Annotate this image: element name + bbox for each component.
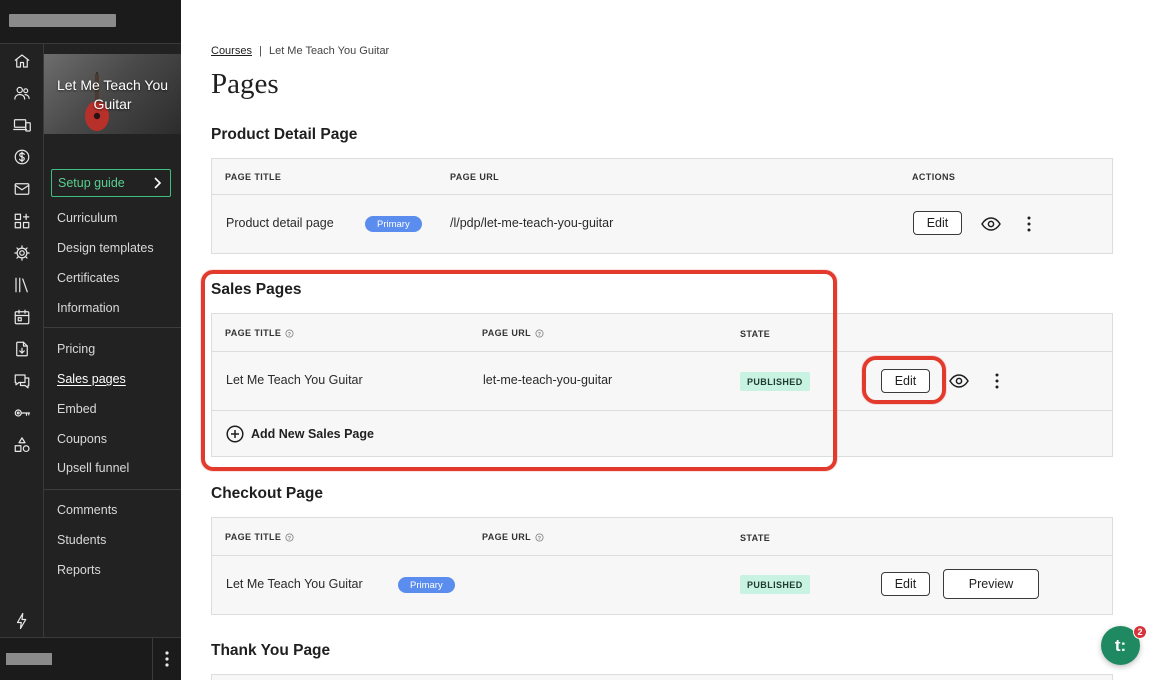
product-detail-section-title: Product Detail Page bbox=[211, 126, 358, 143]
breadcrumb-separator: | bbox=[259, 45, 262, 57]
download-icon[interactable] bbox=[11, 338, 33, 360]
more-vertical-icon[interactable] bbox=[994, 373, 1000, 389]
table-header: PAGE TITLE ? PAGE URL ? STATE bbox=[212, 314, 1112, 352]
icon-rail bbox=[0, 0, 44, 680]
course-sidebar: Let Me Teach You Guitar Setup guide Curr… bbox=[44, 44, 181, 638]
table-header: PAGE TITLE ? PAGE URL ? STATE bbox=[212, 518, 1112, 556]
svg-text:?: ? bbox=[538, 535, 542, 541]
mail-icon[interactable] bbox=[11, 178, 33, 200]
sales-pages-section-title: Sales Pages bbox=[211, 281, 302, 298]
course-thumbnail[interactable]: Let Me Teach You Guitar bbox=[44, 54, 181, 134]
sidebar-item-design-templates[interactable]: Design templates bbox=[57, 241, 154, 255]
primary-badge: Primary bbox=[365, 216, 422, 232]
chat-icon[interactable] bbox=[11, 370, 33, 392]
checkout-table: PAGE TITLE ? PAGE URL ? STATE Let Me Tea… bbox=[211, 517, 1113, 615]
help-icon[interactable]: ? bbox=[535, 328, 544, 338]
column-page-url: PAGE URL bbox=[450, 172, 500, 182]
edit-button[interactable]: Edit bbox=[881, 369, 930, 393]
setup-guide-label: Setup guide bbox=[58, 176, 125, 190]
course-title: Let Me Teach You Guitar bbox=[56, 77, 169, 112]
svg-text:?: ? bbox=[288, 331, 292, 337]
sidebar-divider bbox=[44, 489, 181, 490]
sidebar-item-pricing[interactable]: Pricing bbox=[57, 342, 95, 356]
key-icon[interactable] bbox=[11, 402, 33, 424]
breadcrumb-current: Let Me Teach You Guitar bbox=[268, 45, 390, 57]
chevron-right-icon bbox=[154, 177, 162, 189]
page-title-cell: Let Me Teach You Guitar bbox=[226, 577, 363, 591]
more-vertical-icon[interactable] bbox=[160, 650, 174, 668]
more-vertical-icon[interactable] bbox=[1026, 216, 1032, 232]
shapes-icon[interactable] bbox=[11, 434, 33, 456]
page-title-cell: Let Me Teach You Guitar bbox=[226, 373, 363, 387]
plus-circle-icon bbox=[226, 425, 244, 443]
preview-button[interactable]: Preview bbox=[943, 569, 1039, 599]
edit-button[interactable]: Edit bbox=[881, 572, 930, 596]
calendar-icon[interactable] bbox=[11, 306, 33, 328]
page-title: Pages bbox=[211, 68, 279, 100]
workspace-header[interactable] bbox=[0, 0, 181, 44]
breadcrumb: Courses | Let Me Teach You Guitar bbox=[211, 45, 389, 57]
sidebar-item-embed[interactable]: Embed bbox=[57, 402, 97, 416]
table-row: Let Me Teach You Guitar let-me-teach-you… bbox=[212, 352, 1112, 410]
sidebar-item-information[interactable]: Information bbox=[57, 301, 120, 315]
svg-text:?: ? bbox=[538, 331, 542, 337]
account-name-redacted[interactable] bbox=[6, 653, 52, 665]
product-detail-table: PAGE TITLE PAGE URL ACTIONS Product deta… bbox=[211, 158, 1113, 254]
help-icon[interactable]: ? bbox=[535, 532, 544, 542]
apps-icon[interactable] bbox=[11, 210, 33, 232]
account-bar bbox=[0, 637, 181, 680]
column-page-title: PAGE TITLE ? bbox=[225, 532, 294, 542]
published-status-badge: PUBLISHED bbox=[740, 575, 810, 594]
svg-text:?: ? bbox=[288, 535, 292, 541]
sidebar-item-certificates[interactable]: Certificates bbox=[57, 271, 120, 285]
bar-divider bbox=[152, 638, 153, 680]
sidebar-item-coupons[interactable]: Coupons bbox=[57, 432, 107, 446]
add-new-sales-page-button[interactable]: Add New Sales Page bbox=[251, 427, 374, 441]
sidebar-item-students[interactable]: Students bbox=[57, 533, 106, 547]
dollar-icon[interactable] bbox=[11, 146, 33, 168]
devices-icon[interactable] bbox=[11, 114, 33, 136]
bolt-icon[interactable] bbox=[11, 610, 33, 632]
gear-icon[interactable] bbox=[11, 242, 33, 264]
home-icon[interactable] bbox=[11, 50, 33, 72]
column-page-url: PAGE URL ? bbox=[482, 328, 544, 338]
chat-notification-badge: 2 bbox=[1133, 625, 1147, 639]
published-status-badge: PUBLISHED bbox=[740, 372, 810, 391]
help-icon[interactable]: ? bbox=[285, 532, 294, 542]
workspace-name-redacted bbox=[9, 14, 116, 27]
page-url-cell[interactable]: /l/pdp/let-me-teach-you-guitar bbox=[450, 216, 613, 230]
checkout-section-title: Checkout Page bbox=[211, 485, 323, 502]
help-icon[interactable]: ? bbox=[285, 328, 294, 338]
thank-you-table bbox=[211, 674, 1113, 680]
sidebar-item-sales-pages[interactable]: Sales pages bbox=[57, 372, 126, 386]
setup-guide-button[interactable]: Setup guide bbox=[51, 169, 171, 197]
sales-pages-table: PAGE TITLE ? PAGE URL ? STATE Let Me Tea… bbox=[211, 313, 1113, 457]
column-actions: ACTIONS bbox=[912, 172, 956, 182]
sidebar-item-reports[interactable]: Reports bbox=[57, 563, 101, 577]
eye-icon[interactable] bbox=[981, 217, 1001, 231]
table-header: PAGE TITLE PAGE URL ACTIONS bbox=[212, 159, 1112, 195]
breadcrumb-courses-link[interactable]: Courses bbox=[211, 45, 252, 57]
table-row: Let Me Teach You Guitar Primary PUBLISHE… bbox=[212, 556, 1112, 614]
sidebar-item-upsell-funnel[interactable]: Upsell funnel bbox=[57, 461, 129, 475]
primary-badge: Primary bbox=[398, 577, 455, 593]
column-state: STATE bbox=[740, 329, 771, 339]
sidebar-item-curriculum[interactable]: Curriculum bbox=[57, 211, 117, 225]
edit-button[interactable]: Edit bbox=[913, 211, 962, 235]
sidebar-divider bbox=[44, 327, 181, 328]
sidebar-item-comments[interactable]: Comments bbox=[57, 503, 117, 517]
column-page-url: PAGE URL ? bbox=[482, 532, 544, 542]
users-icon[interactable] bbox=[11, 82, 33, 104]
column-page-title: PAGE TITLE ? bbox=[225, 328, 294, 338]
column-state: STATE bbox=[740, 533, 771, 543]
thank-you-section-title: Thank You Page bbox=[211, 642, 331, 659]
table-row: Product detail page Primary /l/pdp/let-m… bbox=[212, 195, 1112, 253]
page-url-cell: let-me-teach-you-guitar bbox=[483, 373, 613, 387]
page-title-cell: Product detail page bbox=[226, 216, 334, 230]
column-page-title: PAGE TITLE bbox=[225, 172, 282, 182]
library-icon[interactable] bbox=[11, 274, 33, 296]
eye-icon[interactable] bbox=[949, 374, 969, 388]
add-sales-page-row[interactable]: Add New Sales Page bbox=[212, 410, 1112, 456]
